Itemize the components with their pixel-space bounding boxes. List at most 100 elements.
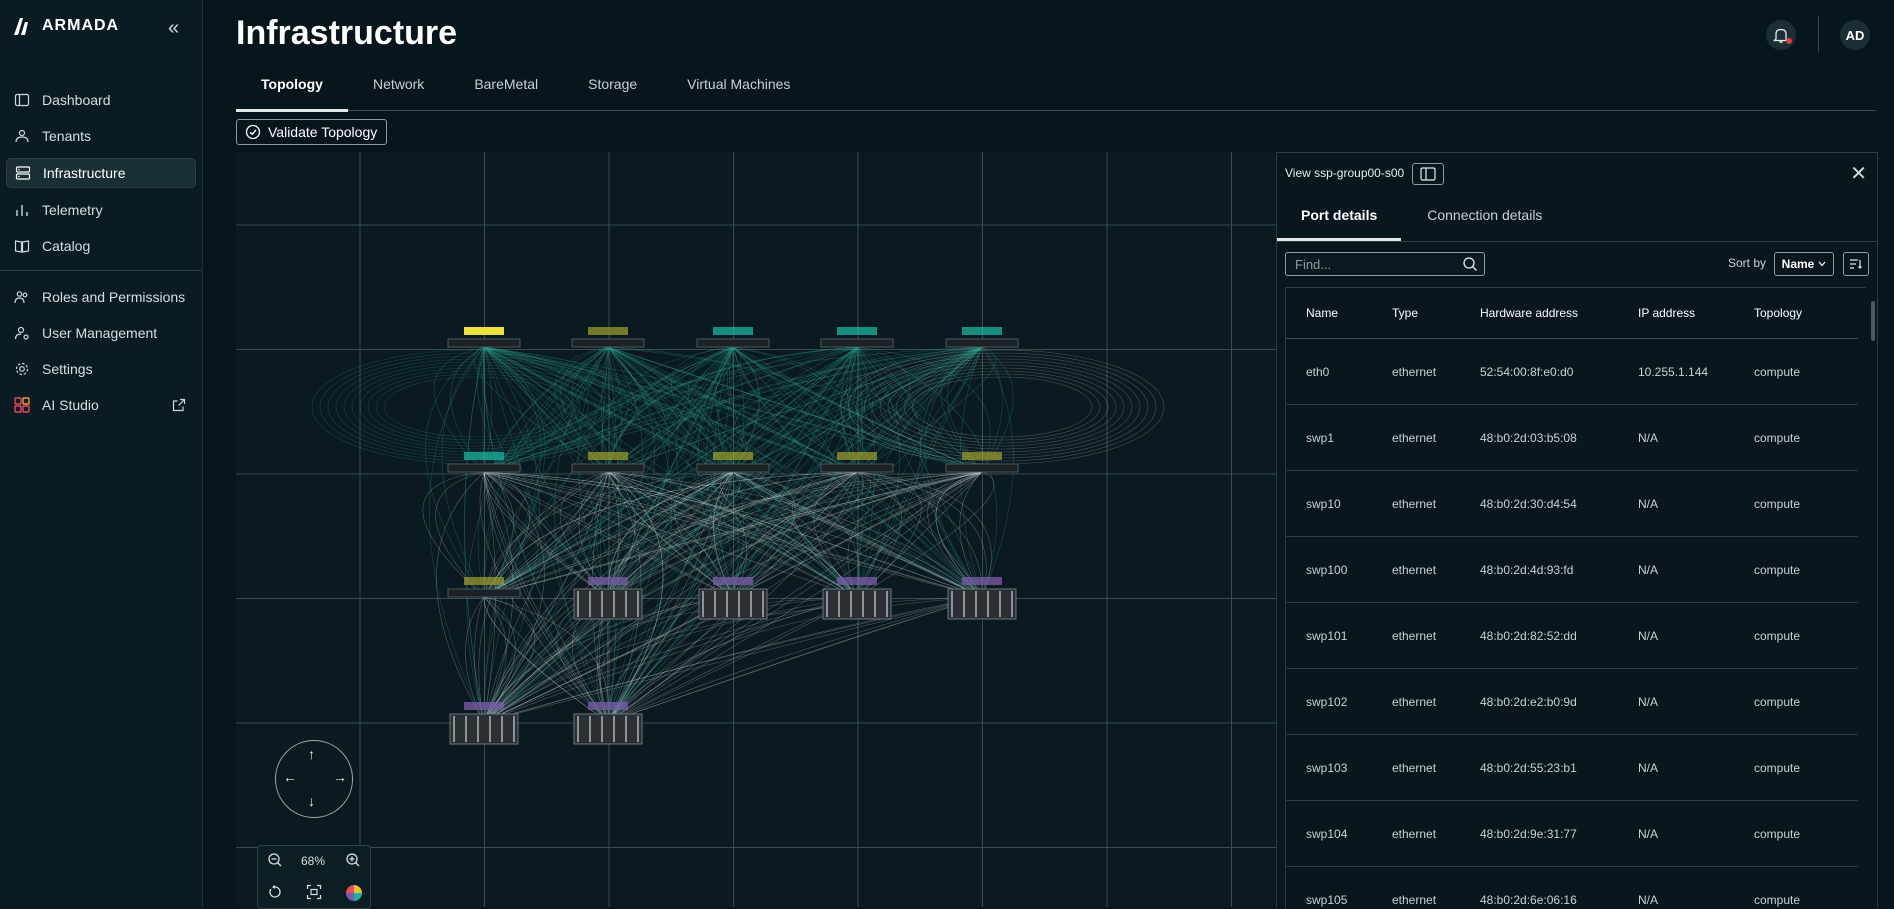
table-row[interactable]: swp103ethernet48:b0:2d:55:23:b1N/Acomput… — [1286, 735, 1858, 801]
tab-port-details[interactable]: Port details — [1277, 201, 1401, 241]
cell-name: swp105 — [1286, 867, 1391, 909]
column-type[interactable]: Type — [1391, 288, 1479, 339]
column-ip-address[interactable]: IP address — [1637, 288, 1753, 339]
table-row[interactable]: swp10ethernet48:b0:2d:30:d4:54N/Acompute — [1286, 471, 1858, 537]
tab-connection-details[interactable]: Connection details — [1401, 201, 1568, 241]
find-input[interactable] — [1293, 256, 1457, 273]
external-link-icon — [172, 398, 186, 412]
tab-topology[interactable]: Topology — [236, 70, 348, 112]
pan-right-icon[interactable]: → — [333, 769, 347, 785]
validate-topology-button[interactable]: Validate Topology — [236, 119, 387, 145]
tab-network[interactable]: Network — [348, 70, 449, 109]
switch-icon — [946, 339, 1018, 347]
fit-view-icon[interactable] — [306, 884, 322, 900]
sort-order-button[interactable] — [1843, 252, 1869, 276]
table-row[interactable]: swp100ethernet48:b0:2d:4d:93:fdN/Acomput… — [1286, 537, 1858, 603]
node-label-tag — [962, 452, 1002, 460]
reset-icon[interactable] — [267, 884, 283, 900]
topology-canvas[interactable] — [236, 152, 1276, 907]
pan-down-icon[interactable]: ↓ — [308, 793, 315, 809]
cell-topology: compute — [1753, 471, 1858, 537]
sidebar-item-telemetry[interactable]: Telemetry — [6, 196, 196, 224]
panel-layout-toggle[interactable] — [1412, 163, 1444, 185]
avatar[interactable]: AD — [1840, 20, 1870, 50]
node-label-tag — [464, 327, 504, 335]
close-icon[interactable]: ✕ — [1850, 161, 1867, 186]
cell-ip-address: 10.255.1.144 — [1637, 339, 1753, 405]
tab-virtual-machines[interactable]: Virtual Machines — [662, 70, 815, 109]
users-icon — [14, 128, 30, 144]
cell-ip-address: N/A — [1637, 405, 1753, 471]
table-header-row: Name Type Hardware address IP address To… — [1286, 288, 1858, 339]
table-row[interactable]: swp101ethernet48:b0:2d:82:52:ddN/Acomput… — [1286, 603, 1858, 669]
zoom-in-icon[interactable] — [345, 852, 361, 868]
switch-icon — [448, 589, 520, 597]
node-label-tag — [588, 702, 628, 710]
cell-topology: compute — [1753, 339, 1858, 405]
sidebar-item-label: AI Studio — [42, 397, 99, 413]
topology-node[interactable] — [948, 577, 1016, 619]
topology-graph[interactable] — [236, 152, 1276, 907]
sort-select[interactable]: Name — [1774, 252, 1834, 276]
sidebar-item-tenants[interactable]: Tenants — [6, 122, 196, 150]
sidebar-item-infrastructure[interactable]: Infrastructure — [6, 158, 196, 188]
switch-icon — [821, 464, 893, 472]
sidebar-item-roles[interactable]: Roles and Permissions — [6, 283, 196, 311]
gear-icon — [14, 361, 30, 377]
server-rack-icon — [948, 589, 1016, 619]
table-row[interactable]: eth0ethernet52:54:00:8f:e0:d010.255.1.14… — [1286, 339, 1858, 405]
table-row[interactable]: swp104ethernet48:b0:2d:9e:31:77N/Acomput… — [1286, 801, 1858, 867]
switch-icon — [448, 339, 520, 347]
cell-type: ethernet — [1391, 405, 1479, 471]
sidebar-item-dashboard[interactable]: Dashboard — [6, 86, 196, 114]
table-row[interactable]: swp102ethernet48:b0:2d:e2:b0:9dN/Acomput… — [1286, 669, 1858, 735]
tab-baremetal[interactable]: BareMetal — [449, 70, 563, 109]
cell-hardware-address: 48:b0:2d:4d:93:fd — [1479, 537, 1637, 603]
cell-hardware-address: 48:b0:2d:e2:b0:9d — [1479, 669, 1637, 735]
find-field[interactable] — [1285, 252, 1485, 276]
armada-logo[interactable]: ARMADA — [12, 16, 119, 36]
table-row[interactable]: swp105ethernet48:b0:2d:6e:06:16N/Acomput… — [1286, 867, 1858, 909]
table-row[interactable]: swp1ethernet48:b0:2d:03:b5:08N/Acompute — [1286, 405, 1858, 471]
sidebar-item-label: Tenants — [42, 128, 91, 144]
sidebar-item-catalog[interactable]: Catalog — [6, 232, 196, 260]
cell-hardware-address: 48:b0:2d:30:d4:54 — [1479, 471, 1637, 537]
pan-left-icon[interactable]: ← — [283, 769, 297, 785]
cell-topology: compute — [1753, 735, 1858, 801]
zoom-out-icon[interactable] — [267, 852, 283, 868]
header-divider — [1818, 16, 1819, 52]
sidebar-item-user-management[interactable]: User Management — [6, 319, 196, 347]
server-rack-icon — [699, 589, 767, 619]
collapse-sidebar-icon[interactable]: « — [168, 18, 190, 40]
port-table-body: eth0ethernet52:54:00:8f:e0:d010.255.1.14… — [1286, 339, 1858, 909]
column-topology[interactable]: Topology — [1753, 288, 1858, 339]
cell-type: ethernet — [1391, 603, 1479, 669]
topology-link — [467, 347, 608, 722]
color-legend-icon[interactable] — [345, 884, 363, 902]
sidebar-item-label: Catalog — [42, 238, 90, 254]
search-icon[interactable] — [1462, 256, 1478, 272]
sort-by-label: Sort by — [1728, 256, 1766, 270]
sidebar-item-settings[interactable]: Settings — [6, 355, 196, 383]
topology-node[interactable] — [572, 327, 644, 347]
topology-node[interactable] — [821, 327, 893, 347]
canvas-grid — [236, 152, 1276, 907]
cell-name: swp100 — [1286, 537, 1391, 603]
sidebar-item-ai-studio[interactable]: AI Studio — [6, 391, 196, 419]
cell-hardware-address: 48:b0:2d:82:52:dd — [1479, 603, 1637, 669]
column-hardware-address[interactable]: Hardware address — [1479, 288, 1637, 339]
table-scrollbar[interactable] — [1871, 301, 1875, 341]
page-title: Infrastructure — [236, 14, 457, 53]
node-label-tag — [837, 327, 877, 335]
book-icon — [14, 238, 30, 254]
server-icon — [15, 165, 31, 181]
notifications-button[interactable] — [1766, 20, 1796, 50]
column-name[interactable]: Name — [1286, 288, 1391, 339]
cell-name: swp102 — [1286, 669, 1391, 735]
cell-type: ethernet — [1391, 801, 1479, 867]
pan-up-icon[interactable]: ↑ — [308, 746, 315, 762]
tab-storage[interactable]: Storage — [563, 70, 662, 109]
sidebar: ARMADA « Dashboard Tenants Infrastructur… — [0, 0, 203, 907]
topology-loop — [880, 365, 1124, 449]
cell-ip-address: N/A — [1637, 471, 1753, 537]
